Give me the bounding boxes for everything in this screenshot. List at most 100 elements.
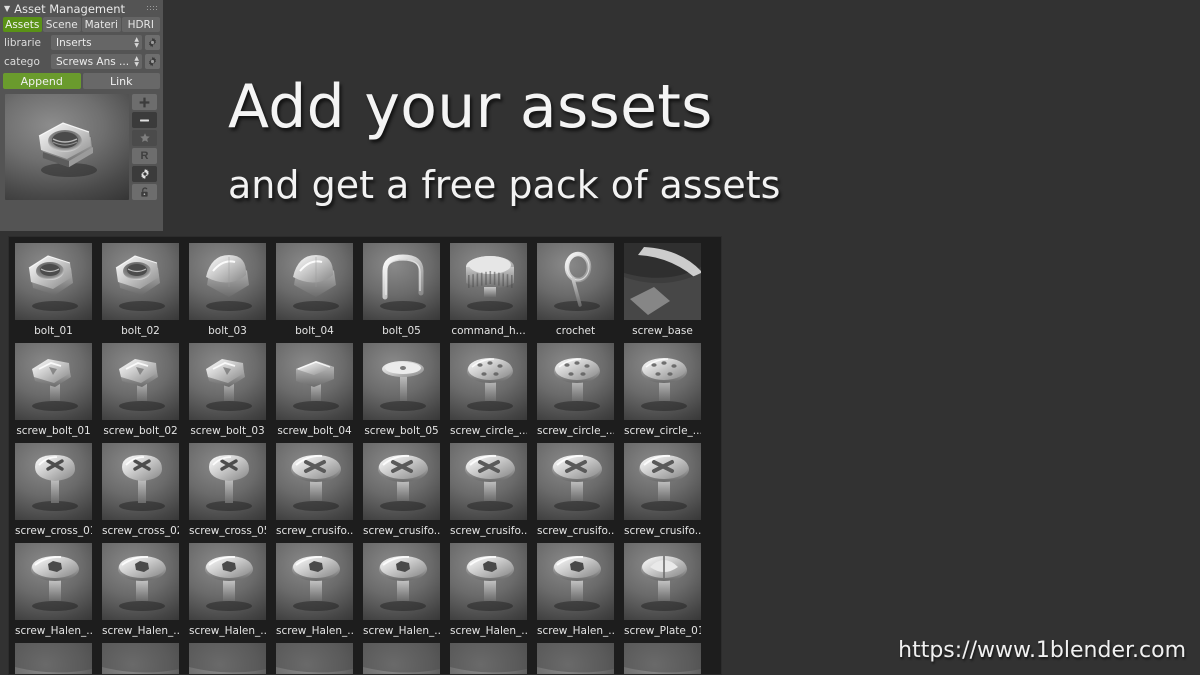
star-icon[interactable] — [132, 130, 157, 146]
asset-item[interactable]: screw_bolt_03 — [189, 343, 266, 443]
asset-item[interactable]: bolt_01 — [15, 243, 92, 343]
asset-item[interactable]: screw_crusifo... — [363, 443, 440, 543]
lock-icon[interactable] — [132, 184, 157, 200]
tab-materials[interactable]: Materi — [82, 17, 121, 32]
asset-thumbnail[interactable] — [537, 343, 614, 420]
asset-thumbnail[interactable] — [189, 243, 266, 320]
asset-thumbnail[interactable] — [363, 543, 440, 620]
category-dropdown[interactable]: Screws Ans ... ▲ ▼ — [51, 54, 142, 69]
asset-thumbnail[interactable] — [15, 543, 92, 620]
asset-item[interactable]: screw_Halen_... — [363, 543, 440, 643]
asset-item[interactable] — [15, 643, 92, 674]
asset-item[interactable]: screw_Halen_... — [450, 543, 527, 643]
asset-preview-image[interactable] — [5, 94, 129, 200]
asset-item[interactable]: screw_crusifo... — [537, 443, 614, 543]
asset-item[interactable]: screw_circle_... — [537, 343, 614, 443]
asset-item[interactable]: bolt_03 — [189, 243, 266, 343]
asset-thumbnail[interactable] — [189, 443, 266, 520]
library-gear-icon[interactable] — [145, 35, 160, 50]
asset-item[interactable]: bolt_05 — [363, 243, 440, 343]
drag-grip-icon[interactable] — [146, 5, 158, 12]
asset-thumbnail[interactable] — [537, 443, 614, 520]
asset-thumbnail[interactable] — [363, 243, 440, 320]
asset-thumbnail[interactable] — [537, 643, 614, 674]
asset-item[interactable]: screw_Halen_... — [102, 543, 179, 643]
asset-item[interactable]: screw_circle_... — [624, 343, 701, 443]
panel-header[interactable]: ▼ Asset Management — [0, 0, 163, 17]
tab-assets[interactable]: Assets — [3, 17, 42, 32]
minus-icon[interactable] — [132, 112, 157, 128]
asset-item[interactable]: screw_bolt_05 — [363, 343, 440, 443]
asset-thumbnail[interactable] — [363, 343, 440, 420]
gear-icon[interactable] — [132, 166, 157, 182]
asset-thumbnail[interactable] — [276, 343, 353, 420]
asset-thumbnail[interactable] — [102, 243, 179, 320]
asset-item[interactable] — [363, 643, 440, 674]
asset-item[interactable]: screw_bolt_02 — [102, 343, 179, 443]
asset-thumbnail[interactable] — [363, 643, 440, 674]
asset-item[interactable]: bolt_04 — [276, 243, 353, 343]
asset-thumbnail[interactable] — [189, 543, 266, 620]
asset-browser-panel[interactable]: bolt_01 bolt_02 bolt_03 bolt_04 bolt_05 … — [8, 236, 722, 675]
asset-item[interactable]: screw_Halen_... — [15, 543, 92, 643]
library-dropdown[interactable]: Inserts ▲ ▼ — [51, 35, 142, 50]
asset-thumbnail[interactable] — [624, 343, 701, 420]
asset-thumbnail[interactable] — [537, 243, 614, 320]
asset-item[interactable]: screw_bolt_01 — [15, 343, 92, 443]
asset-thumbnail[interactable] — [624, 643, 701, 674]
asset-item[interactable]: screw_crusifo... — [450, 443, 527, 543]
asset-thumbnail[interactable] — [15, 243, 92, 320]
asset-thumbnail[interactable] — [624, 543, 701, 620]
asset-item[interactable]: screw_crusifo... — [624, 443, 701, 543]
asset-thumbnail[interactable] — [102, 443, 179, 520]
append-button[interactable]: Append — [3, 73, 81, 89]
asset-item[interactable] — [102, 643, 179, 674]
asset-item[interactable] — [189, 643, 266, 674]
asset-thumbnail[interactable] — [624, 443, 701, 520]
asset-item[interactable] — [276, 643, 353, 674]
asset-item[interactable]: screw_Plate_01 — [624, 543, 701, 643]
asset-thumbnail[interactable] — [450, 243, 527, 320]
asset-thumbnail[interactable] — [276, 443, 353, 520]
asset-item[interactable]: screw_circle_... — [450, 343, 527, 443]
asset-item[interactable]: screw_cross_02 — [102, 443, 179, 543]
asset-thumbnail[interactable] — [363, 443, 440, 520]
asset-item[interactable]: bolt_02 — [102, 243, 179, 343]
plus-icon[interactable] — [132, 94, 157, 110]
asset-thumbnail[interactable] — [450, 543, 527, 620]
link-button[interactable]: Link — [82, 73, 160, 89]
asset-thumbnail[interactable] — [537, 543, 614, 620]
asset-thumbnail[interactable] — [15, 343, 92, 420]
asset-item[interactable]: screw_Halen_... — [276, 543, 353, 643]
asset-thumbnail[interactable] — [102, 343, 179, 420]
asset-thumbnail[interactable] — [624, 243, 701, 320]
asset-thumbnail[interactable] — [189, 343, 266, 420]
asset-thumbnail[interactable] — [450, 643, 527, 674]
asset-item[interactable]: screw_cross_01 — [15, 443, 92, 543]
asset-thumbnail[interactable] — [276, 643, 353, 674]
asset-thumbnail[interactable] — [189, 643, 266, 674]
asset-thumbnail[interactable] — [450, 443, 527, 520]
asset-thumbnail[interactable] — [15, 643, 92, 674]
asset-item[interactable]: screw_cross_05 — [189, 443, 266, 543]
render-r-icon[interactable]: R — [132, 148, 157, 164]
category-gear-icon[interactable] — [145, 54, 160, 69]
tab-hdri[interactable]: HDRI — [121, 17, 160, 32]
asset-thumbnail[interactable] — [450, 343, 527, 420]
asset-thumbnail[interactable] — [102, 543, 179, 620]
asset-item[interactable]: crochet — [537, 243, 614, 343]
asset-item[interactable]: command_h... — [450, 243, 527, 343]
asset-item[interactable]: screw_Halen_... — [189, 543, 266, 643]
asset-item[interactable]: screw_base — [624, 243, 701, 343]
asset-item[interactable]: screw_crusifo... — [276, 443, 353, 543]
asset-item[interactable]: screw_Halen_... — [537, 543, 614, 643]
asset-item[interactable]: screw_bolt_04 — [276, 343, 353, 443]
asset-item[interactable] — [624, 643, 701, 674]
asset-item[interactable] — [537, 643, 614, 674]
asset-item[interactable] — [450, 643, 527, 674]
asset-thumbnail[interactable] — [15, 443, 92, 520]
asset-thumbnail[interactable] — [276, 543, 353, 620]
tab-scene[interactable]: Scene — [42, 17, 81, 32]
asset-thumbnail[interactable] — [276, 243, 353, 320]
asset-thumbnail[interactable] — [102, 643, 179, 674]
